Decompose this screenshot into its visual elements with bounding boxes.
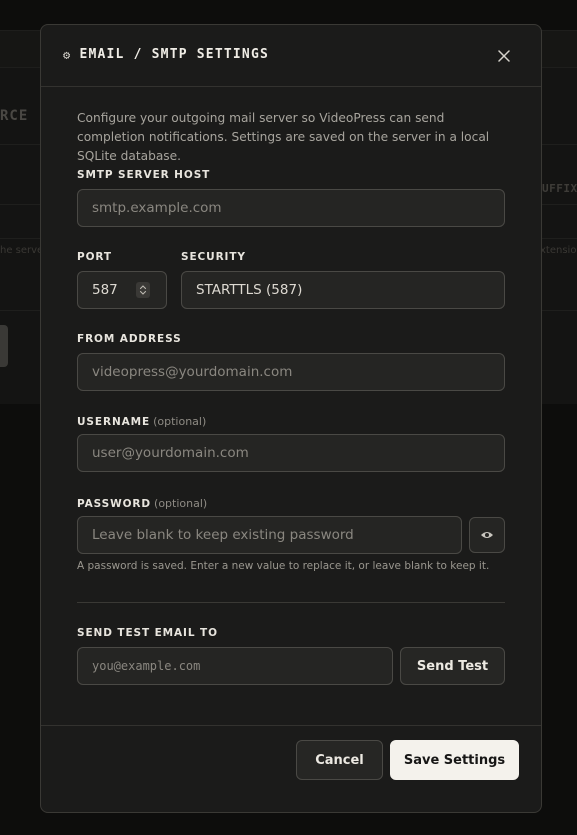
test-email-input[interactable]: you@example.com <box>77 647 393 685</box>
show-password-button[interactable] <box>469 517 505 553</box>
security-label: SECURITY <box>181 251 246 263</box>
dialog-title-text: EMAIL / SMTP SETTINGS <box>79 47 269 62</box>
password-label: PASSWORD (optional) <box>77 497 207 510</box>
background-button <box>0 325 8 367</box>
footer-divider <box>41 725 541 726</box>
send-test-button[interactable]: Send Test <box>400 647 505 685</box>
background-row-text: xtensio <box>540 245 577 256</box>
section-divider <box>77 602 505 603</box>
gear-icon: ⚙ <box>63 47 72 62</box>
cancel-button[interactable]: Cancel <box>296 740 383 780</box>
dialog-description: Configure your outgoing mail server so V… <box>77 111 490 163</box>
username-label-text: USERNAME <box>77 416 151 428</box>
save-settings-button[interactable]: Save Settings <box>390 740 519 780</box>
dialog-header: ⚙ EMAIL / SMTP SETTINGS <box>41 25 541 87</box>
smtp-host-label: SMTP SERVER HOST <box>77 169 211 181</box>
port-stepper[interactable] <box>136 282 150 298</box>
password-label-text: PASSWORD <box>77 498 152 510</box>
username-label: USERNAME (optional) <box>77 415 206 428</box>
smtp-host-input[interactable]: smtp.example.com <box>77 189 505 227</box>
stepper-arrows-icon <box>139 285 147 295</box>
port-label: PORT <box>77 251 112 263</box>
smtp-settings-dialog: ⚙ EMAIL / SMTP SETTINGS Configure your o… <box>40 24 542 813</box>
test-email-label: SEND TEST EMAIL TO <box>77 627 218 639</box>
close-button[interactable] <box>493 45 515 67</box>
dialog-title: ⚙ EMAIL / SMTP SETTINGS <box>63 47 269 62</box>
port-value: 587 <box>92 282 118 298</box>
close-icon <box>498 50 510 62</box>
from-address-input[interactable]: videopress@yourdomain.com <box>77 353 505 391</box>
background-heading: RCE <box>0 108 29 124</box>
eye-icon <box>481 532 493 538</box>
password-input[interactable]: Leave blank to keep existing password <box>77 516 462 554</box>
optional-hint: (optional) <box>154 497 208 510</box>
background-row-text: he serve <box>0 245 44 256</box>
password-help-text: A password is saved. Enter a new value t… <box>77 560 490 572</box>
username-input[interactable]: user@yourdomain.com <box>77 434 505 472</box>
security-select[interactable]: STARTTLS (587) <box>181 271 505 309</box>
optional-hint: (optional) <box>153 415 207 428</box>
from-address-label: FROM ADDRESS <box>77 333 182 345</box>
port-input[interactable]: 587 <box>77 271 167 309</box>
background-column-header: UFFIX <box>542 182 577 195</box>
